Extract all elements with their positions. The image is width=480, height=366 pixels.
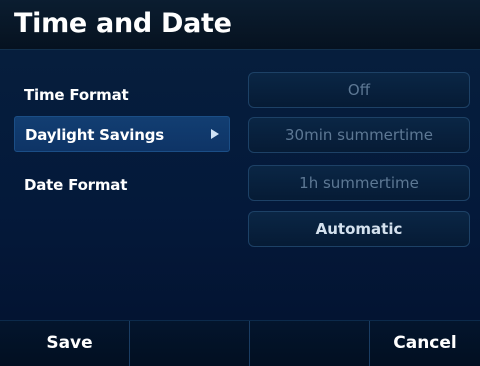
- option-off[interactable]: Off: [248, 72, 470, 108]
- setting-label: Time Format: [24, 86, 129, 104]
- setting-label: Daylight Savings: [25, 126, 164, 144]
- page-title: Time and Date: [14, 8, 232, 39]
- option-1h-summertime[interactable]: 1h summertime: [248, 165, 470, 201]
- title-bar: Time and Date: [0, 0, 480, 50]
- save-softkey[interactable]: Save: [10, 321, 130, 366]
- setting-label: Date Format: [24, 176, 128, 194]
- settings-panel: Time Format Daylight Savings Date Format…: [0, 50, 480, 320]
- setting-date-format[interactable]: Date Format: [14, 167, 230, 203]
- softkey-bar: Save Cancel: [0, 320, 480, 366]
- option-30min-summertime[interactable]: 30min summertime: [248, 117, 470, 153]
- setting-daylight-savings[interactable]: Daylight Savings: [14, 116, 230, 152]
- right-triangle-arrow-icon: [211, 129, 219, 139]
- setting-time-format[interactable]: Time Format: [14, 77, 230, 113]
- empty-softkey-2[interactable]: [130, 321, 250, 366]
- phone-screen: Time and Date Time Format Daylight Savin…: [0, 0, 480, 366]
- cancel-softkey[interactable]: Cancel: [370, 321, 480, 366]
- empty-softkey-3[interactable]: [250, 321, 370, 366]
- option-automatic[interactable]: Automatic: [248, 211, 470, 247]
